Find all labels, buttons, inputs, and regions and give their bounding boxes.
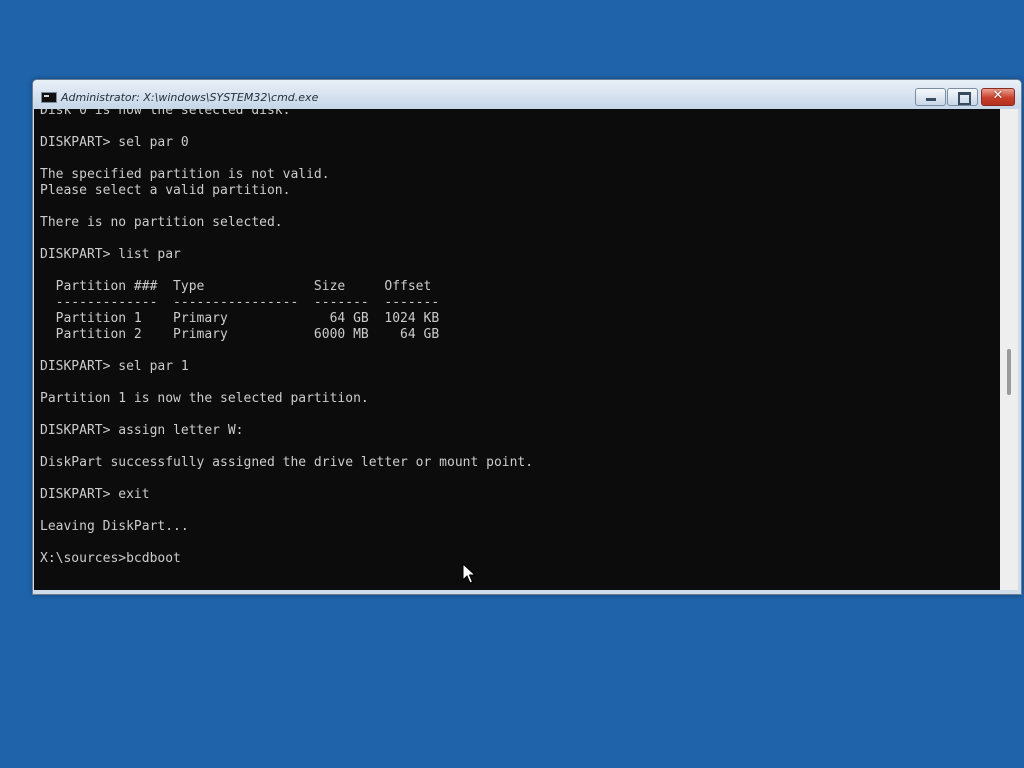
console-line: Partition 1 Primary 64 GB 1024 KB [40, 311, 440, 326]
console-text: Disk 0 is now the selected disk. DISKPAR… [40, 109, 533, 567]
mouse-pointer-icon [462, 563, 476, 584]
close-button[interactable]: ✕ [981, 88, 1015, 106]
maximize-icon [958, 92, 971, 105]
console-line: DiskPart successfully assigned the drive… [40, 455, 534, 470]
console-line: Please select a valid partition. [40, 183, 291, 198]
console-line: Leaving DiskPart... [40, 519, 189, 534]
console-line: There is no partition selected. [40, 215, 283, 230]
console-line: DISKPART> list par [40, 247, 181, 262]
console-line: Disk 0 is now the selected disk. [40, 109, 291, 118]
cmd-console-icon[interactable] [41, 92, 57, 103]
title-bar[interactable]: Administrator: X:\windows\SYSTEM32\cmd.e… [33, 80, 1021, 109]
cmd-window[interactable]: Administrator: X:\windows\SYSTEM32\cmd.e… [32, 79, 1022, 595]
console-line: X:\sources>bcdboot [40, 551, 181, 566]
minimize-icon [926, 98, 936, 101]
console-line: DISKPART> exit [40, 487, 150, 502]
close-icon: ✕ [992, 88, 1004, 103]
console-line: DISKPART> assign letter W: [40, 423, 244, 438]
console-line: Partition ### Type Size Offset [40, 279, 432, 294]
console-line: DISKPART> sel par 1 [40, 359, 189, 374]
console-line: ------------- ---------------- ------- -… [40, 295, 440, 310]
maximize-button[interactable] [947, 88, 978, 106]
vertical-scrollbar[interactable] [1000, 109, 1018, 590]
console-line: DISKPART> sel par 0 [40, 135, 189, 150]
window-title: Administrator: X:\windows\SYSTEM32\cmd.e… [61, 91, 319, 104]
console-line: The specified partition is not valid. [40, 167, 330, 182]
minimize-button[interactable] [915, 88, 946, 106]
console-line: Partition 2 Primary 6000 MB 64 GB [40, 327, 440, 342]
console-line: Partition 1 is now the selected partitio… [40, 391, 369, 406]
console-output[interactable]: Disk 0 is now the selected disk. DISKPAR… [34, 109, 1000, 590]
scrollbar-thumb[interactable] [1007, 349, 1011, 395]
